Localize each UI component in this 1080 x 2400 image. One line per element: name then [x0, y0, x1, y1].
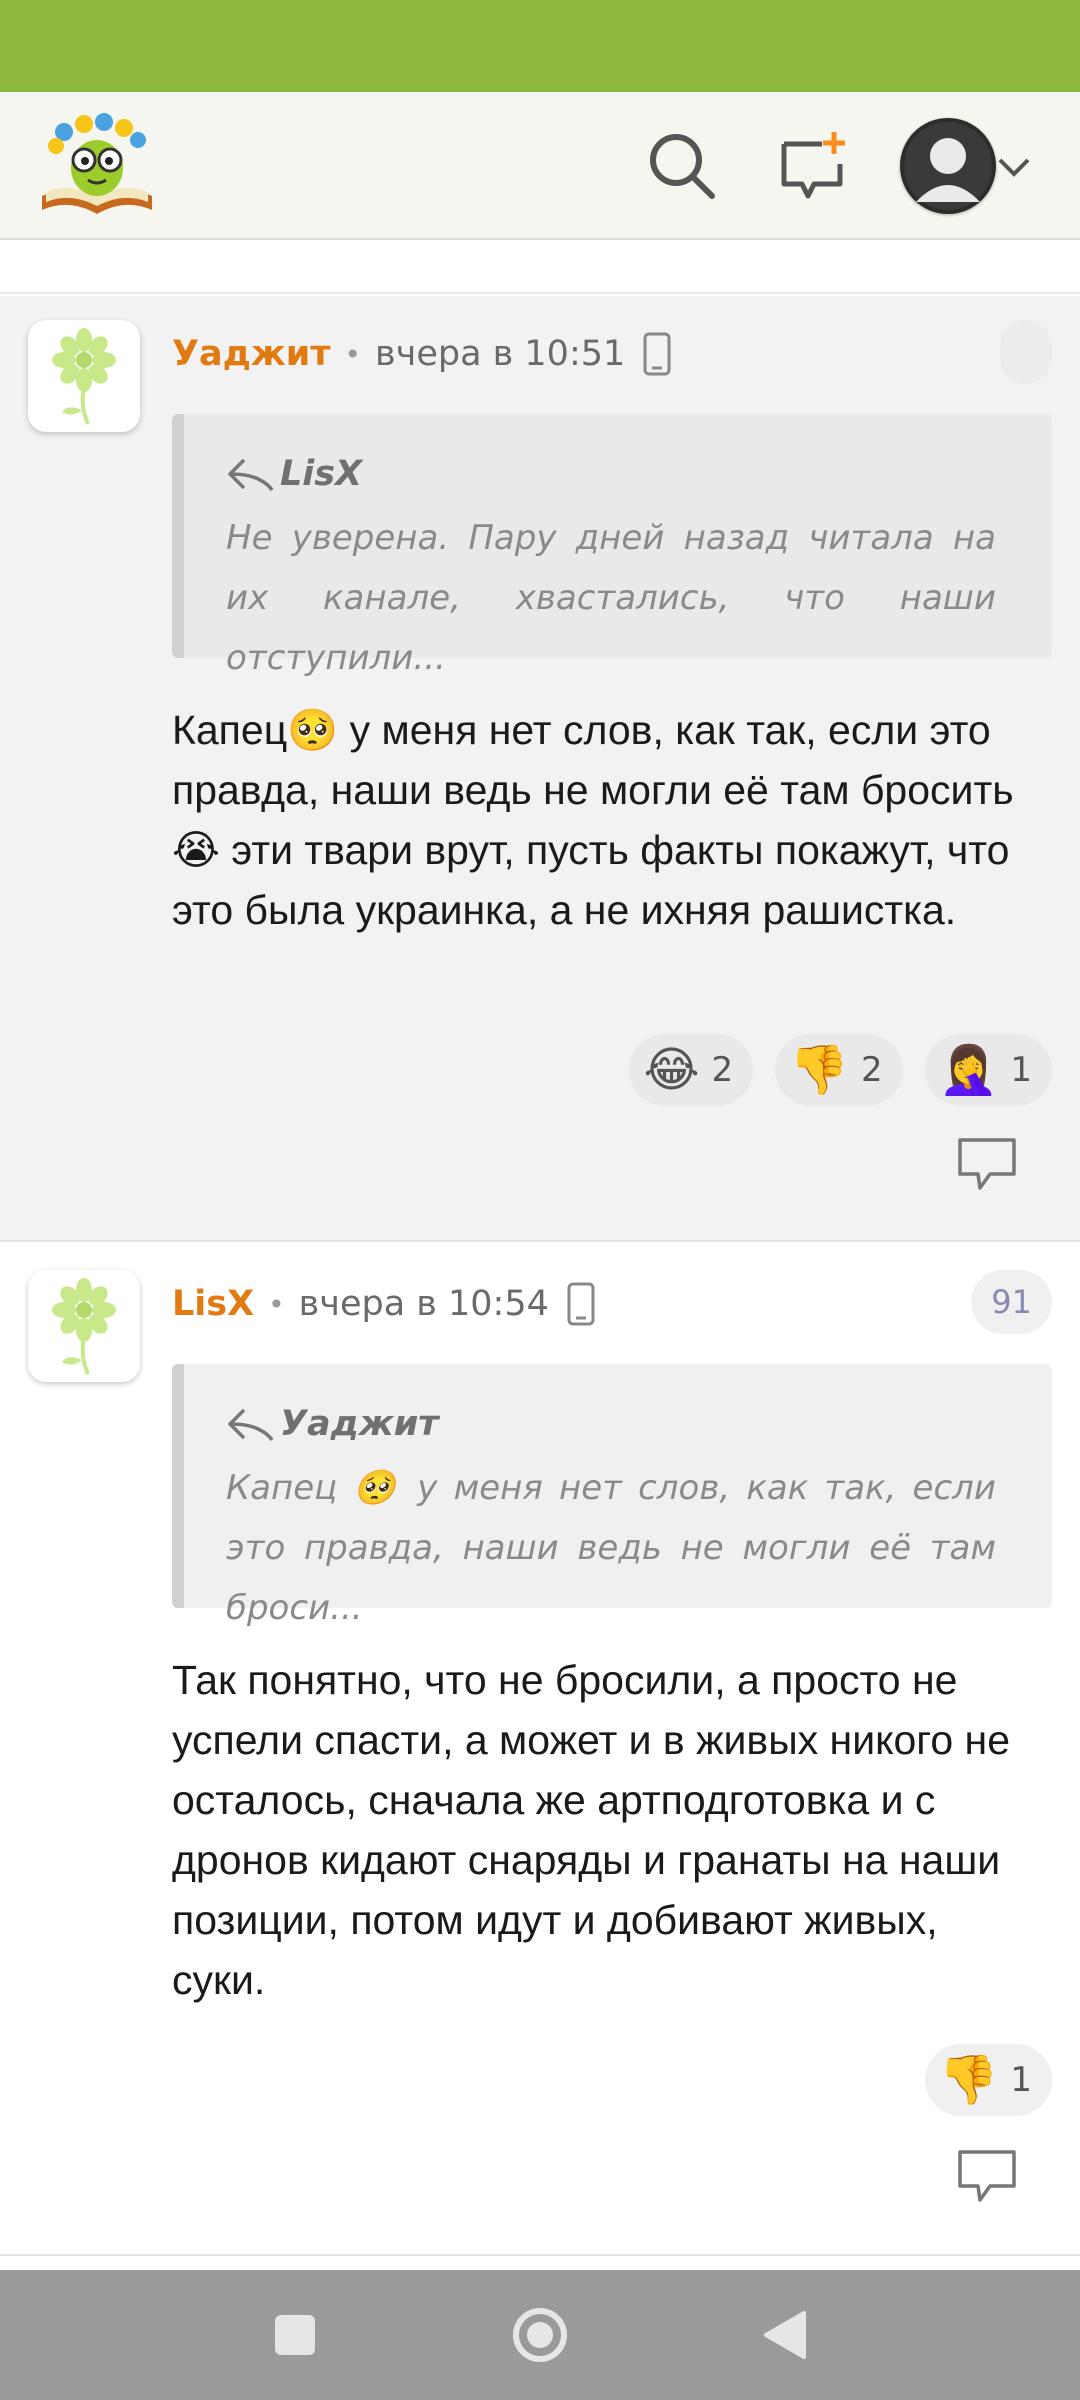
square-icon: [275, 2315, 315, 2355]
new-message-icon: [781, 132, 845, 199]
reaction-count: 2: [711, 1050, 734, 1090]
quote-text: Капец 🥺 у меня нет слов, как так, если э…: [226, 1468, 996, 1628]
back-button[interactable]: [750, 2300, 820, 2370]
search-button[interactable]: [642, 126, 722, 206]
system-navigation-bar: [0, 2270, 1080, 2400]
facepalm-emoji-icon: 🤦‍♀️: [938, 1042, 999, 1098]
separator-dot: •: [268, 1287, 285, 1321]
comment: LisX • вчера в 10:54 91 Уаджит Капец 🥺 у…: [0, 1246, 1080, 2256]
circle-home-icon: [513, 2308, 567, 2362]
comment-counter-badge[interactable]: [1000, 320, 1052, 384]
comment-body: Так понятно, что не бросили, а просто не…: [172, 1657, 1010, 2003]
home-button[interactable]: [505, 2300, 575, 2370]
recent-apps-button[interactable]: [260, 2300, 330, 2370]
quote-block[interactable]: LisX Не уверена. Пару дней назад читала …: [172, 414, 1052, 678]
reaction-thumbs-down[interactable]: 👎 1: [924, 2044, 1052, 2116]
reaction-count: 2: [860, 1050, 883, 1090]
reaction-facepalm[interactable]: 🤦‍♀️ 1: [924, 1034, 1052, 1106]
new-message-button[interactable]: [774, 126, 854, 206]
app-header: [0, 92, 1080, 240]
separator-dot: •: [344, 337, 362, 371]
quote-block[interactable]: Уаджит Капец 🥺 у меня нет слов, как так,…: [172, 1364, 1052, 1628]
reaction-laugh[interactable]: 😂 2: [629, 1034, 754, 1106]
timestamp[interactable]: вчера в 10:54: [299, 1284, 549, 1324]
quote-author-name: LisX: [280, 454, 363, 494]
flower-icon: [52, 328, 116, 425]
reactions-bar: 😂 2 👎 2 🤦‍♀️ 1: [629, 1034, 1052, 1106]
mobile-device-icon: [567, 1282, 595, 1326]
reply-comment-icon[interactable]: [956, 2148, 1018, 2204]
username[interactable]: LisX: [172, 1284, 254, 1324]
flower-icon: [52, 1278, 116, 1375]
reply-comment-icon[interactable]: [956, 1136, 1018, 1192]
quote-text: Не уверена. Пару дней назад читала на их…: [226, 518, 996, 678]
mobile-device-icon: [643, 332, 671, 376]
site-logo[interactable]: [34, 110, 160, 222]
divider-strip: [0, 242, 1080, 294]
reactions-bar: 👎 1: [924, 2044, 1052, 2116]
reply-arrow-icon: [228, 1408, 274, 1442]
status-bar: [0, 0, 1080, 92]
thumbs-down-emoji-icon: 👎: [938, 2052, 999, 2108]
reply-arrow-icon: [228, 458, 274, 492]
comment-counter-badge[interactable]: 91: [971, 1270, 1052, 1334]
comment-meta: Уаджит • вчера в 10:51: [172, 324, 671, 384]
thumbs-down-emoji-icon: 👎: [789, 1042, 849, 1098]
quote-author: LisX: [226, 450, 1052, 498]
user-avatar-icon: [904, 122, 992, 210]
timestamp[interactable]: вчера в 10:51: [375, 334, 625, 374]
comment-body: Капец🥺 у меня нет слов, как так, если эт…: [172, 707, 1014, 933]
chevron-down-icon[interactable]: [996, 150, 1032, 186]
search-icon: [650, 134, 715, 199]
reaction-count: 1: [1010, 2060, 1032, 2100]
profile-button[interactable]: [900, 118, 996, 214]
comment-meta: LisX • вчера в 10:54: [172, 1274, 595, 1334]
reaction-count: 1: [1010, 1050, 1032, 1090]
comment: Уаджит • вчера в 10:51 LisX Не уверена. …: [0, 296, 1080, 1242]
laugh-cry-emoji-icon: 😂: [643, 1042, 700, 1098]
triangle-back-icon: [764, 2311, 806, 2359]
username[interactable]: Уаджит: [172, 334, 331, 374]
quote-author: Уаджит: [226, 1400, 1052, 1448]
quote-author-name: Уаджит: [280, 1404, 439, 1444]
avatar[interactable]: [28, 320, 140, 432]
reaction-thumbs-down[interactable]: 👎 2: [775, 1034, 903, 1106]
avatar[interactable]: [28, 1270, 140, 1382]
